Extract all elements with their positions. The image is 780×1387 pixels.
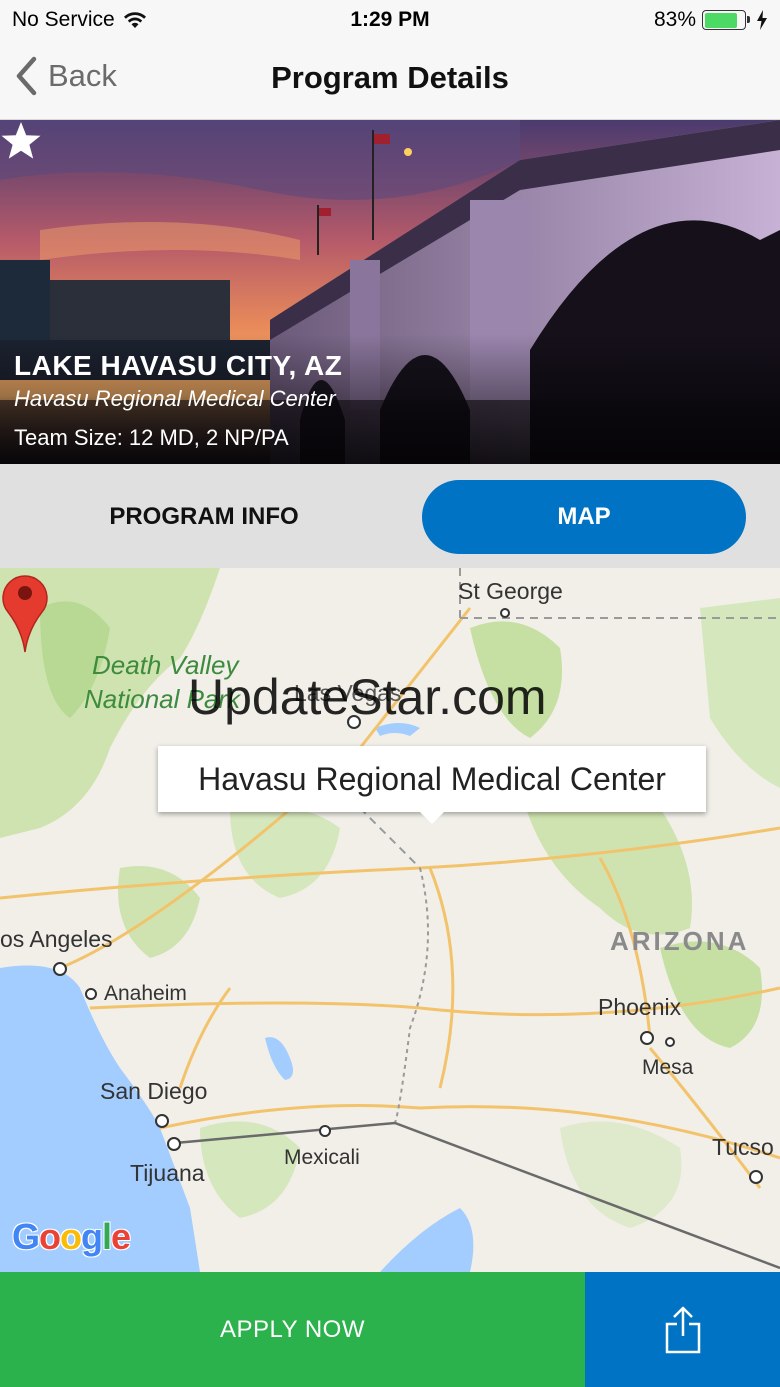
navigation-bar: Back Program Details <box>0 40 780 120</box>
tab-bar: PROGRAM INFO MAP <box>0 464 780 568</box>
page-title: Program Details <box>271 60 509 95</box>
apply-now-button[interactable]: APPLY NOW <box>0 1272 585 1387</box>
map-pin-icon[interactable] <box>0 568 50 654</box>
battery-fill <box>704 12 737 28</box>
map-label-mexicali: Mexicali <box>284 1146 360 1169</box>
map-label-arizona: ARIZONA <box>610 926 750 956</box>
map-label-mesa: Mesa <box>642 1056 694 1079</box>
battery-percent: 83% <box>653 8 696 31</box>
map-view[interactable]: St George Death Valley National Park Las… <box>0 568 780 1272</box>
status-right: 83% <box>654 8 768 32</box>
tab-program-info[interactable]: PROGRAM INFO <box>36 480 372 554</box>
google-logo: Google <box>12 1216 131 1257</box>
map-label-st-george: St George <box>458 578 563 604</box>
status-bar: No Service 1:29 PM 83% <box>0 0 780 40</box>
program-team-size: Team Size: 12 MD, 2 NP/PA <box>14 425 289 450</box>
map-callout[interactable]: Havasu Regional Medical Center <box>158 746 706 824</box>
map-label-phoenix: Phoenix <box>598 994 682 1020</box>
share-button[interactable] <box>585 1272 780 1387</box>
map-label-san-diego: San Diego <box>100 1078 208 1104</box>
watermark: UpdateStar.com <box>188 669 547 725</box>
map-label-anaheim: Anaheim <box>104 982 187 1005</box>
charging-bolt-icon <box>757 10 767 30</box>
star-icon[interactable] <box>0 120 42 162</box>
share-icon <box>665 1306 700 1353</box>
map-label-tijuana: Tijuana <box>130 1160 205 1186</box>
battery-icon <box>702 10 750 30</box>
map-label-tucson: Tucso <box>712 1134 774 1160</box>
program-hero: LAKE HAVASU CITY, AZ Havasu Regional Med… <box>0 120 780 464</box>
map-label-los-angeles: os Angeles <box>0 926 113 952</box>
tab-map[interactable]: MAP <box>422 480 746 554</box>
program-city: LAKE HAVASU CITY, AZ <box>14 350 343 381</box>
program-hospital: Havasu Regional Medical Center <box>14 386 336 411</box>
